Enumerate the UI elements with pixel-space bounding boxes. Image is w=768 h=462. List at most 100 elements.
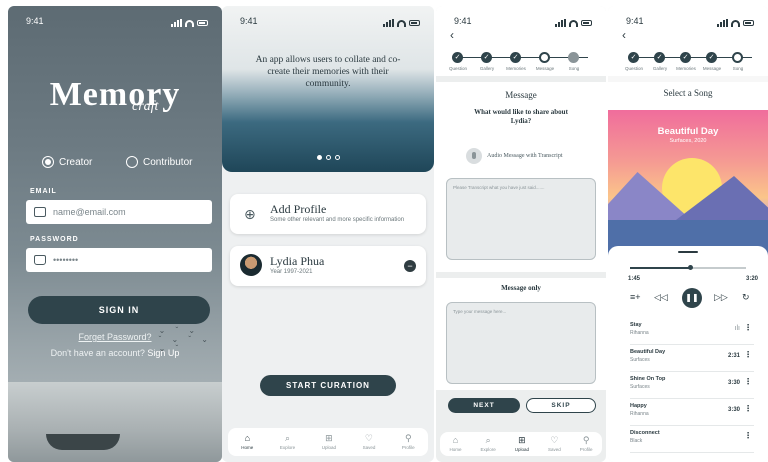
mail-icon [34,207,46,217]
next-button[interactable]: NEXT [448,398,520,413]
role-contributor-option[interactable]: Contributor [126,156,192,168]
signal-icon [555,19,566,27]
password-label: PASSWORD [30,236,79,243]
progress-knob[interactable] [688,265,694,270]
status-bar: 9:41 [608,16,768,30]
previous-icon[interactable]: ◁◁ [654,292,668,303]
tab-explore[interactable]: ⌕ Explore [280,433,295,451]
wifi-icon [569,19,578,27]
skip-button[interactable]: SKIP [526,398,596,413]
step-done-icon[interactable]: ✓ [481,52,492,63]
search-icon: ⌕ [284,433,291,443]
tab-upload[interactable]: ⊞ Upload [322,433,336,451]
step-done-icon[interactable]: ✓ [510,52,521,63]
sign-in-button[interactable]: SIGN IN [28,296,210,324]
step-done-icon[interactable]: ✓ [680,52,691,63]
step-done-icon[interactable]: ✓ [628,52,639,63]
tab-profile[interactable]: ⚲ Profile [401,433,415,451]
radio-selected-icon [42,156,54,168]
more-options-icon[interactable]: ⋮ [744,432,752,440]
status-time: 9:41 [240,16,258,26]
drag-handle[interactable] [678,251,698,253]
add-to-queue-icon[interactable]: ≡+ [630,292,641,302]
step-label: Message [535,66,555,71]
transcript-textarea[interactable]: Please Transcript what you have just sai… [446,178,596,260]
start-curation-button[interactable]: START CURATION [260,375,396,396]
password-field[interactable]: •••••••• [26,248,212,272]
hero-image: An app allows users to collate and co-cr… [222,6,434,172]
tab-bar: ⌂ Home ⌕ Explore ⊞ Upload ♡ Saved ⚲ Profile [228,428,428,456]
audio-message-option[interactable]: Audio Message with Transcript [466,148,563,164]
step-label: Question [448,66,468,71]
message-textarea[interactable]: Type your message here... [446,302,596,384]
email-field[interactable]: name@email.com [26,200,212,224]
track-row[interactable]: Stay Rihanna ılı ⋮ [630,318,754,345]
track-row[interactable]: Disconnect Black ⋮ [630,426,754,453]
step-label: Gallery [652,66,668,71]
carousel-dots[interactable] [222,155,434,160]
step-done-icon[interactable]: ✓ [452,52,463,63]
signal-icon [171,19,182,27]
wifi-icon [731,19,740,27]
home-screen: An app allows users to collate and co-cr… [222,6,434,462]
progress-bar[interactable] [630,265,746,270]
pause-button[interactable]: ❚❚ [682,288,702,308]
back-chevron-icon[interactable]: ‹ [450,28,454,42]
more-options-icon[interactable]: ⋮ [744,378,752,386]
battery-icon [743,20,754,26]
time-total: 3:20 [745,276,758,282]
tab-upload[interactable]: ⊞ Upload [514,435,529,453]
step-current-icon[interactable] [732,52,743,63]
person-icon: ⚲ [404,433,412,443]
tab-explore[interactable]: ⌕ Explore [480,436,495,453]
step-label: Message [702,66,722,71]
step-done-icon[interactable]: ✓ [654,52,665,63]
tab-saved[interactable]: ♡ Saved [362,434,376,451]
boat-image [46,434,120,450]
upload-icon: ⊞ [325,433,333,443]
tab-saved[interactable]: ♡ Saved [548,436,561,453]
tab-bar: ⌂ Home ⌕ Explore ⊞ Upload ♡ Saved ⚲ Profile [440,432,602,456]
email-label: EMAIL [30,188,57,195]
tab-profile[interactable]: ⚲ Profile [579,436,593,453]
sound-wave-icon: ılı [734,325,740,332]
track-row[interactable]: Beautiful Day Surfaces 2:31 ⋮ [630,345,754,372]
add-user-icon: ⊕ [244,206,256,222]
step-current-icon[interactable] [539,52,550,63]
upload-icon: ⊞ [518,435,526,445]
track-row[interactable]: Shine On Top Surfaces 3:30 ⋮ [630,372,754,399]
track-row[interactable]: Happy Rihanna 3:30 ⋮ [630,399,754,426]
status-time: 9:41 [454,16,472,26]
signal-icon [383,19,394,27]
more-options-icon[interactable]: ⋮ [744,324,752,332]
tab-home[interactable]: ⌂ Home [241,433,253,451]
track-name: Happy [630,403,647,409]
repeat-icon[interactable]: ↻ [742,292,750,303]
step-pending-icon[interactable] [568,52,579,63]
remove-icon[interactable]: − [404,260,416,272]
track-artist: Rihanna [630,411,649,417]
track-name: Shine On Top [630,376,666,382]
tab-label: Profile [401,445,415,450]
home-icon: ⌂ [452,435,459,445]
step-label: Song [568,66,580,71]
step-label: Memories [676,66,696,71]
profile-card[interactable]: Lydia Phua Year 1997-2021 − [230,246,426,286]
app-tagline: An app allows users to collate and co-cr… [255,55,401,89]
email-placeholder: name@email.com [53,207,126,217]
role-contributor-label: Contributor [143,156,193,168]
album-title: Beautiful Day [657,126,719,137]
audio-message-panel: Message What would like to share about L… [436,82,606,272]
more-options-icon[interactable]: ⋮ [744,405,752,413]
tab-home[interactable]: ⌂ Home [449,435,461,453]
more-options-icon[interactable]: ⋮ [744,351,752,359]
tab-label: Profile [579,447,593,452]
next-icon[interactable]: ▷▷ [714,292,728,303]
tab-label: Upload [514,447,529,452]
home-icon: ⌂ [244,433,250,443]
add-profile-card[interactable]: ⊕ Add Profile Some other relevant and mo… [230,194,426,234]
step-done-icon[interactable]: ✓ [706,52,717,63]
tab-label: Saved [362,445,376,450]
role-creator-option[interactable]: Creator [42,156,92,168]
back-chevron-icon[interactable]: ‹ [622,28,626,42]
